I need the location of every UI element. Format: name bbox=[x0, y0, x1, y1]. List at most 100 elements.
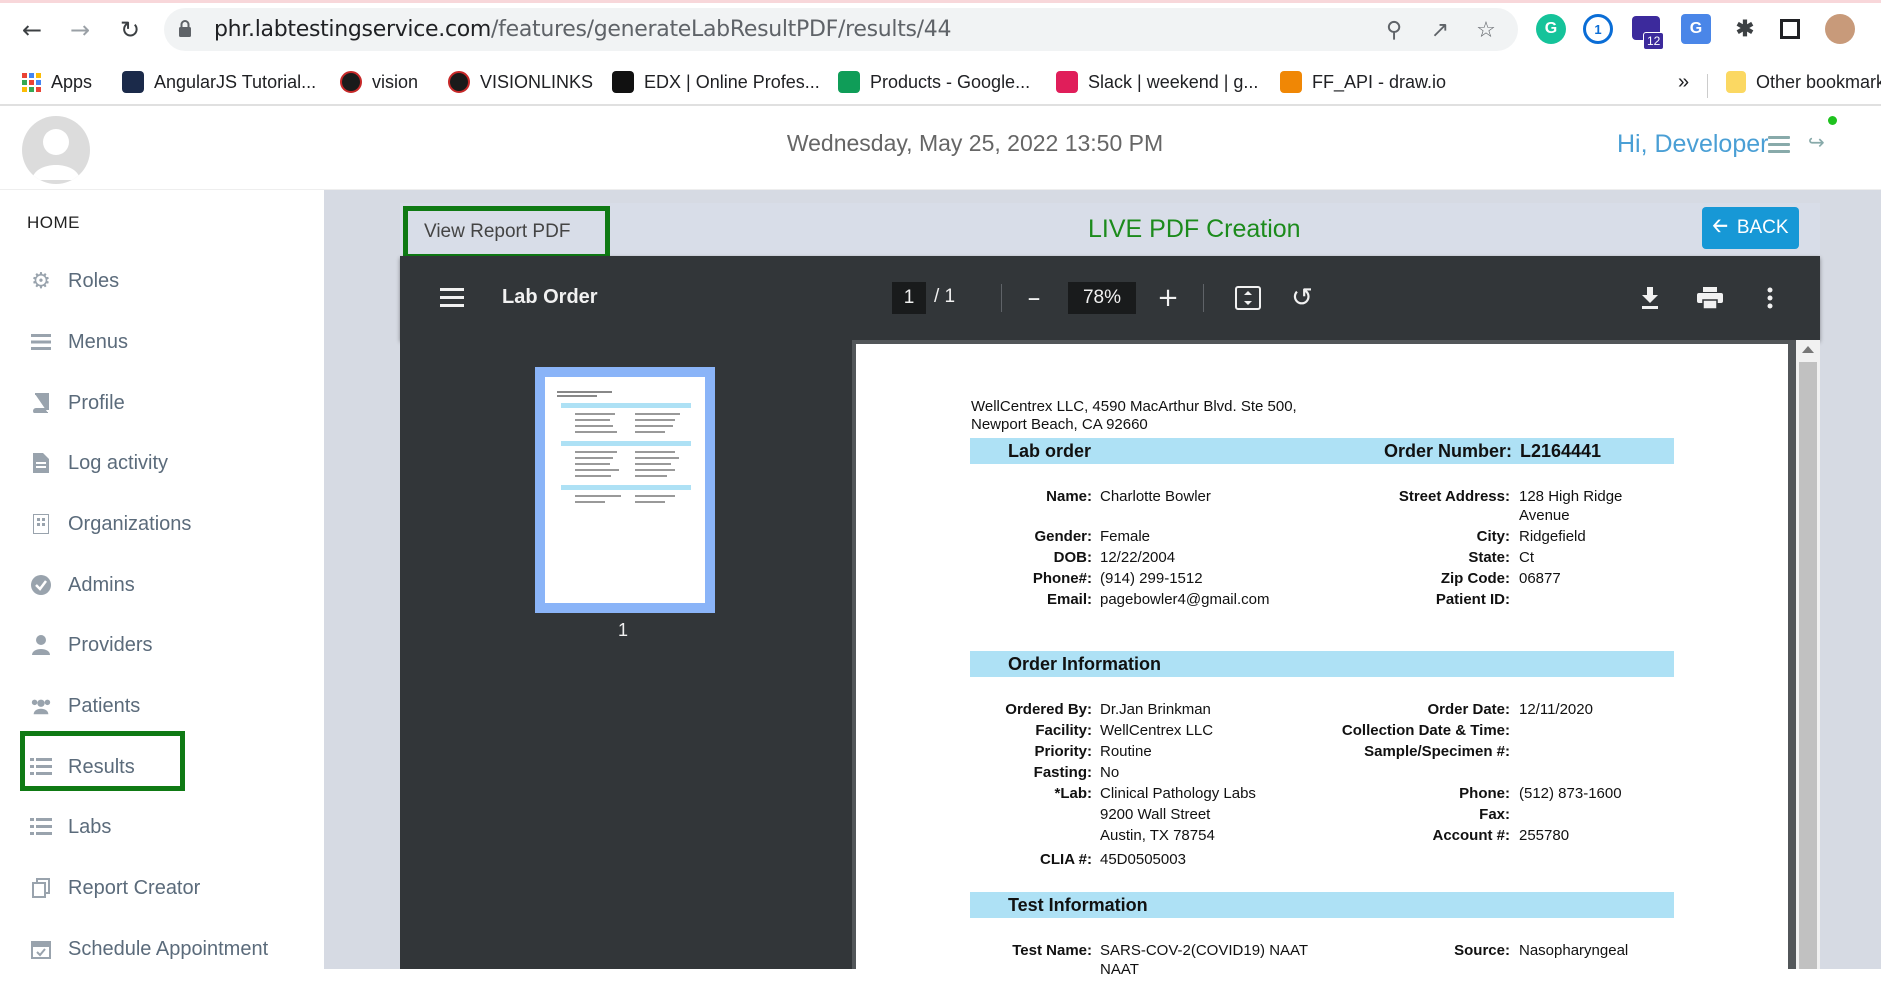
translate-icon[interactable]: G bbox=[1681, 14, 1711, 44]
bookmark-label: Slack | weekend | g... bbox=[1088, 71, 1259, 92]
pdf-page: WellCentrex LLC, 4590 MacArthur Blvd. St… bbox=[856, 344, 1788, 984]
more-options-icon[interactable] bbox=[1750, 278, 1790, 318]
sidebar-item-menus[interactable]: Menus bbox=[30, 322, 128, 362]
share-icon[interactable]: ↗ bbox=[1426, 16, 1454, 44]
lab-street: 9200 Wall Street bbox=[1100, 806, 1211, 823]
field-label: City: bbox=[1476, 528, 1510, 545]
sidebar-item-providers[interactable]: Providers bbox=[30, 625, 152, 665]
sidebar-item-admins[interactable]: Admins bbox=[30, 565, 135, 605]
google-sheets-favicon-icon bbox=[838, 71, 860, 93]
bookmark-vision[interactable]: vision bbox=[340, 68, 418, 96]
profile-avatar-icon[interactable] bbox=[1825, 14, 1855, 44]
ordered-by: Dr.Jan Brinkman bbox=[1100, 701, 1211, 718]
patient-phone: (914) 299-1512 bbox=[1100, 570, 1203, 587]
logout-icon[interactable]: ↪ bbox=[1808, 130, 1825, 154]
field-label: Fax: bbox=[1479, 806, 1510, 823]
sidebar-item-patients[interactable]: Patients bbox=[30, 686, 140, 726]
sidebar-item-log-activity[interactable]: Log activity bbox=[30, 443, 168, 483]
panel-title: LIVE PDF Creation bbox=[1088, 215, 1301, 243]
company-address-line2: Newport Beach, CA 92660 bbox=[971, 416, 1148, 433]
pdf-document-title: Lab Order bbox=[502, 286, 598, 308]
url-path: /features/generateLabResultPDF/results/4… bbox=[491, 17, 952, 42]
scroll-up-arrow-icon[interactable] bbox=[1802, 346, 1814, 353]
page-number-input[interactable]: 1 bbox=[892, 282, 926, 314]
page-thumbnail[interactable] bbox=[535, 367, 715, 613]
back-button[interactable]: 🡠 BACK bbox=[1702, 207, 1799, 249]
patient-name: Charlotte Bowler bbox=[1100, 488, 1211, 505]
facility: WellCentrex LLC bbox=[1100, 722, 1214, 739]
bookmark-slack[interactable]: Slack | weekend | g... bbox=[1056, 68, 1258, 96]
menu-bars-icon[interactable] bbox=[1768, 136, 1790, 154]
bookmark-visionlinks[interactable]: VISIONLINKS bbox=[448, 68, 593, 96]
grammarly-icon[interactable]: G bbox=[1536, 14, 1566, 44]
sidebar-item-organizations[interactable]: Organizations bbox=[30, 504, 191, 544]
reload-icon[interactable]: ↻ bbox=[112, 12, 148, 48]
sidebar-home[interactable]: HOME bbox=[27, 213, 80, 233]
other-bookmarks-folder[interactable]: Other bookmarks bbox=[1726, 68, 1881, 96]
sidebar-item-label: Report Creator bbox=[68, 876, 201, 899]
user-doctor-icon bbox=[30, 634, 52, 656]
field-label: State: bbox=[1468, 549, 1510, 566]
file-icon bbox=[30, 452, 52, 474]
zoom-out-icon[interactable]: – bbox=[1014, 278, 1054, 318]
sidebar-item-label: Providers bbox=[68, 633, 153, 656]
more-bookmarks-button[interactable]: » bbox=[1678, 68, 1689, 96]
app-header: Wednesday, May 25, 2022 13:50 PM Hi, Dev… bbox=[0, 106, 1881, 190]
bookmark-label: Apps bbox=[51, 71, 93, 92]
field-label: Fasting: bbox=[1033, 764, 1092, 781]
zoom-icon[interactable]: ⚲ bbox=[1380, 16, 1408, 44]
pdf-sidebar-menu-icon[interactable] bbox=[440, 288, 464, 308]
address-bar[interactable]: phr.labtestingservice.com/features/gener… bbox=[164, 8, 1518, 51]
scrollbar-thumb[interactable] bbox=[1799, 362, 1817, 969]
field-label: Name: bbox=[1046, 488, 1092, 505]
patient-email: pagebowler4@gmail.com bbox=[1100, 591, 1270, 608]
online-status-dot bbox=[1828, 116, 1837, 125]
patient-dob: 12/22/2004 bbox=[1100, 549, 1176, 566]
sidebar-item-profile[interactable]: Profile bbox=[30, 383, 125, 423]
extensions-puzzle-icon[interactable]: ✱ bbox=[1730, 14, 1760, 44]
bookmark-label: VISIONLINKS bbox=[480, 71, 594, 92]
pdf-scrollbar[interactable] bbox=[1796, 340, 1820, 969]
sidebar-item-roles[interactable]: ⚙ Roles bbox=[30, 261, 119, 301]
sidebar-item-label: Organizations bbox=[68, 512, 192, 535]
apps-grid-icon bbox=[22, 72, 41, 92]
field-label: Facility: bbox=[1035, 722, 1092, 739]
edx-favicon-icon bbox=[612, 71, 634, 93]
bookmark-star-icon[interactable]: ☆ bbox=[1472, 16, 1500, 44]
rotate-icon[interactable]: ↺ bbox=[1282, 278, 1322, 318]
print-icon[interactable] bbox=[1690, 278, 1730, 318]
forward-arrow-icon[interactable]: → bbox=[62, 12, 98, 48]
toolbar-divider bbox=[1001, 284, 1002, 312]
bookmark-google-products[interactable]: Products - Google... bbox=[838, 68, 1030, 96]
clia-number: 45D0505003 bbox=[1100, 851, 1186, 868]
side-panel-icon[interactable] bbox=[1780, 19, 1800, 39]
patient-gender: Female bbox=[1100, 528, 1151, 545]
field-label: Account #: bbox=[1432, 827, 1510, 844]
bookmark-label: AngularJS Tutorial... bbox=[154, 71, 317, 92]
field-label: Sample/Specimen #: bbox=[1364, 743, 1510, 760]
zoom-level-input[interactable]: 78% bbox=[1068, 282, 1136, 314]
view-report-pdf-tab[interactable]: View Report PDF bbox=[403, 206, 610, 259]
vision-favicon-icon bbox=[340, 71, 362, 93]
section-title: Order Information bbox=[1008, 654, 1162, 674]
bookmark-apps[interactable]: Apps bbox=[22, 68, 92, 96]
fit-to-page-icon[interactable] bbox=[1228, 278, 1268, 318]
sidebar-item-schedule-appointment[interactable]: Schedule Appointment bbox=[30, 929, 268, 969]
sidebar-item-report-creator[interactable]: Report Creator bbox=[30, 868, 200, 908]
sidebar-item-label: Log activity bbox=[68, 451, 169, 474]
zoom-in-icon[interactable]: + bbox=[1148, 278, 1188, 318]
field-label: Phone#: bbox=[1032, 570, 1092, 587]
book-icon bbox=[30, 392, 52, 414]
bookmark-label: Other bookmarks bbox=[1756, 71, 1881, 92]
test-name-line2: NAAT bbox=[1100, 961, 1139, 978]
download-icon[interactable] bbox=[1630, 278, 1670, 318]
user-greeting[interactable]: Hi, Developer bbox=[1617, 130, 1768, 159]
page-total: / 1 bbox=[934, 286, 956, 307]
password-manager-icon[interactable]: 1 bbox=[1583, 14, 1613, 44]
bookmark-edx[interactable]: EDX | Online Profes... bbox=[612, 68, 820, 96]
bookmark-angularjs[interactable]: AngularJS Tutorial... bbox=[122, 68, 316, 96]
fasting: No bbox=[1100, 764, 1120, 781]
sidebar-item-labs[interactable]: Labs bbox=[30, 807, 111, 847]
bookmark-drawio[interactable]: FF_API - draw.io bbox=[1280, 68, 1446, 96]
back-arrow-icon[interactable]: ← bbox=[14, 12, 50, 48]
